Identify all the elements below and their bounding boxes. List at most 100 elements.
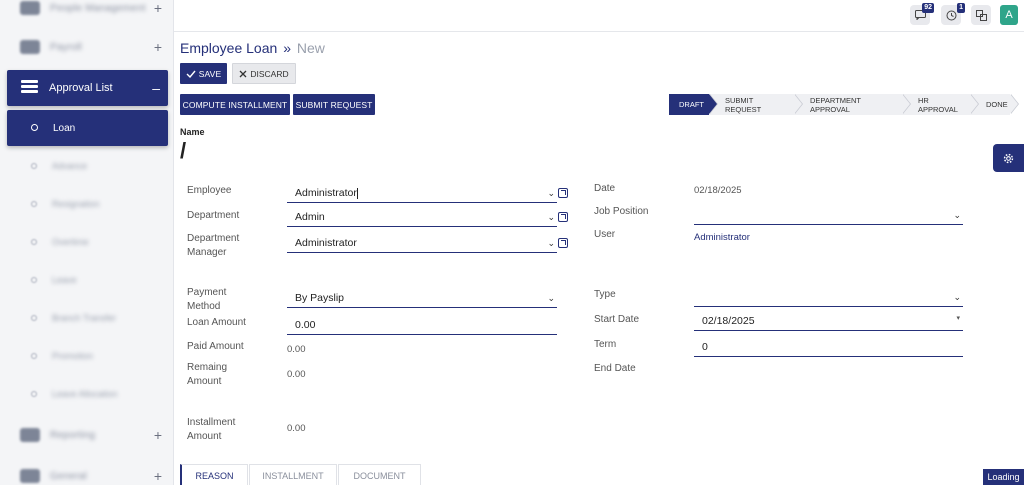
user-link[interactable]: Administrator: [694, 232, 750, 243]
date-label: Date: [594, 183, 616, 194]
sidebar-group-payroll[interactable]: Payroll +: [0, 30, 173, 64]
type-select[interactable]: ⌄: [694, 288, 963, 307]
employee-value: Administrator: [295, 187, 357, 199]
switch-company-button[interactable]: [971, 5, 991, 25]
circle-bullet-icon: [31, 391, 37, 397]
circle-bullet-icon: [31, 239, 37, 245]
collapse-minus-icon[interactable]: –: [152, 80, 160, 96]
expand-plus-icon[interactable]: +: [154, 0, 162, 16]
sidebar-item-label: Leave: [52, 275, 77, 285]
sidebar-item-promotion[interactable]: Promotion: [0, 346, 173, 366]
external-link-icon[interactable]: [558, 212, 568, 222]
stage-label: HR APPROVAL: [918, 95, 958, 114]
sidebar-item-resignation[interactable]: Resignation: [0, 194, 173, 214]
people-icon: [20, 1, 40, 15]
expand-plus-icon[interactable]: +: [154, 468, 162, 484]
tab-document[interactable]: DOCUMENT: [338, 464, 421, 485]
sidebar-group-label: Reporting: [50, 429, 96, 441]
type-label: Type: [594, 289, 616, 300]
circle-bullet-icon: [31, 201, 37, 207]
loading-indicator: Loading: [983, 469, 1024, 485]
sidebar-item-overtime[interactable]: Overtime: [0, 232, 173, 252]
reporting-icon: [20, 428, 40, 442]
department-manager-field[interactable]: Administrator ⌄: [287, 234, 557, 253]
breadcrumb-parent[interactable]: Employee Loan: [180, 40, 277, 56]
department-manager-label: Department Manager: [187, 232, 239, 260]
label-line: Department: [187, 233, 240, 244]
gear-icon: [1003, 153, 1014, 163]
save-label: SAVE: [198, 68, 222, 79]
circle-bullet-icon: [31, 163, 37, 169]
payment-method-select[interactable]: By Payslip ⌄: [287, 289, 557, 308]
external-link-icon[interactable]: [558, 188, 568, 198]
sidebar-item-branch-transfer[interactable]: Branch Transfer: [0, 308, 173, 328]
tab-label: INSTALLMENT: [262, 470, 324, 481]
sidebar-item-leave[interactable]: Leave: [0, 270, 173, 290]
general-icon: [20, 469, 40, 483]
messages-count-badge: 92: [922, 3, 934, 13]
label-line: Method: [187, 301, 221, 312]
sidebar-item-loan[interactable]: Loan: [7, 110, 168, 146]
chevron-down-icon[interactable]: ⌄: [953, 210, 961, 221]
payment-method-value: By Payslip: [295, 292, 345, 304]
compute-installment-button[interactable]: COMPUTE INSTALLMENT: [180, 94, 290, 115]
sidebar-group-general[interactable]: General +: [0, 459, 173, 485]
sidebar-group-label: General: [50, 470, 87, 482]
label-line: Amount: [187, 431, 222, 442]
tab-reason[interactable]: REASON: [180, 464, 248, 485]
activity-button[interactable]: 1: [941, 3, 965, 25]
tab-installment[interactable]: INSTALLMENT: [249, 464, 337, 485]
submit-request-button[interactable]: SUBMIT REQUEST: [293, 94, 375, 115]
payroll-icon: [20, 40, 40, 54]
sidebar-group-reporting[interactable]: Reporting +: [0, 418, 173, 452]
top-bar: 92 1 A: [174, 0, 1024, 32]
sidebar-group-people-management[interactable]: People Management +: [0, 0, 173, 25]
chevron-down-icon[interactable]: ⌄: [547, 238, 555, 249]
employee-label: Employee: [187, 185, 232, 196]
department-field[interactable]: Admin ⌄: [287, 208, 557, 227]
department-label: Department: [187, 210, 240, 221]
discard-button[interactable]: DISCARD: [232, 63, 296, 84]
settings-button[interactable]: [993, 144, 1024, 172]
expand-plus-icon[interactable]: +: [154, 39, 162, 55]
name-label: Name: [180, 127, 205, 137]
chevron-down-icon[interactable]: ⌄: [547, 212, 555, 223]
sidebar-group-approval-list[interactable]: Approval List –: [7, 70, 168, 106]
label-line: Manager: [187, 247, 227, 258]
chevron-down-icon[interactable]: ⌄: [953, 292, 961, 303]
stage-label: DEPARTMENT APPROVAL: [810, 95, 861, 114]
name-value: /: [180, 138, 187, 163]
stage-label: DONE: [986, 100, 1008, 109]
user-avatar[interactable]: A: [1000, 5, 1018, 25]
external-link-icon[interactable]: [558, 238, 568, 248]
employee-field[interactable]: Administrator ⌄: [287, 184, 557, 203]
sidebar-item-label: Branch Transfer: [52, 313, 117, 323]
switch-icon: [975, 9, 987, 21]
stage-department-approval[interactable]: DEPARTMENT APPROVAL: [794, 94, 911, 115]
stage-draft[interactable]: DRAFT: [669, 94, 718, 115]
end-date-label: End Date: [594, 363, 636, 374]
caret-down-icon[interactable]: ▾: [956, 314, 960, 322]
term-input[interactable]: 0: [694, 338, 963, 357]
job-position-field[interactable]: ⌄: [694, 206, 963, 225]
circle-bullet-icon: [31, 277, 37, 283]
breadcrumb: Employee Loan » New: [180, 40, 325, 56]
expand-plus-icon[interactable]: +: [154, 427, 162, 443]
stage-submit-request[interactable]: SUBMIT REQUEST: [709, 94, 803, 115]
sidebar-item-label: Promotion: [52, 351, 94, 361]
label-line: Remaing: [187, 362, 228, 373]
messages-button[interactable]: 92: [910, 3, 934, 25]
sidebar-item-leave-allocation[interactable]: Leave Allocation: [0, 384, 173, 404]
chevron-down-icon[interactable]: ⌄: [547, 293, 555, 304]
check-icon: [186, 70, 196, 78]
start-date-input[interactable]: 02/18/2025 ▾: [694, 312, 963, 331]
save-button[interactable]: SAVE: [180, 63, 227, 84]
submit-request-label: SUBMIT REQUEST: [295, 99, 373, 110]
payment-method-label: Payment Method: [187, 286, 226, 314]
loan-amount-input[interactable]: 0.00: [287, 316, 557, 335]
stage-hr-approval[interactable]: HR APPROVAL: [902, 94, 979, 115]
sidebar-item-label: Leave Allocation: [52, 389, 118, 399]
label-line: Installment: [187, 417, 236, 428]
sidebar-item-advance[interactable]: Advance: [0, 156, 173, 176]
chevron-down-icon[interactable]: ⌄: [547, 188, 555, 199]
